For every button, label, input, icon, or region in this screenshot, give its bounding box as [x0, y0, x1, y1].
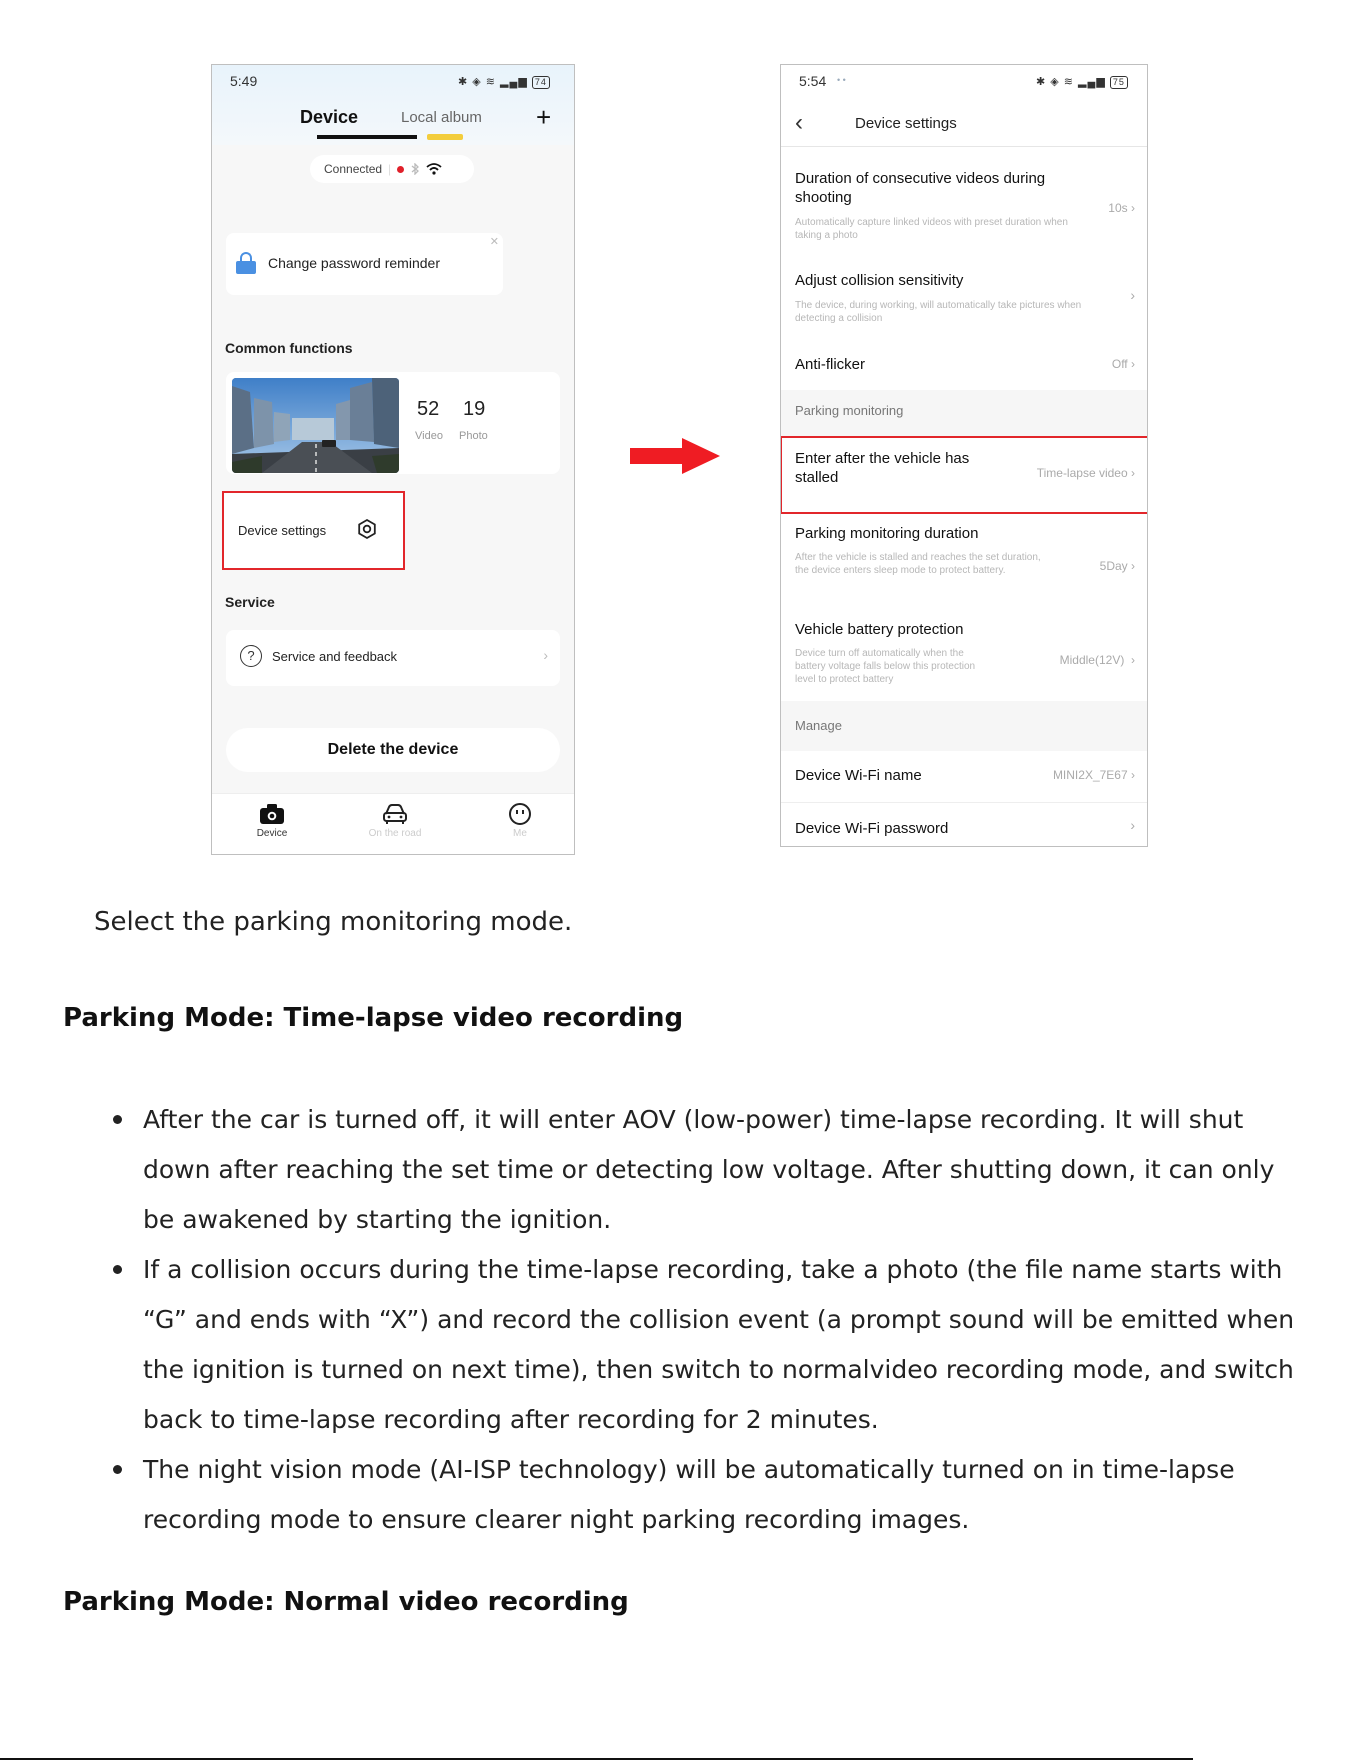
device-settings-button[interactable]: Device settings	[222, 491, 405, 570]
battery-icon: 74	[531, 76, 550, 89]
common-functions-title: Common functions	[225, 340, 353, 356]
section-parking-monitoring: Parking monitoring	[795, 403, 904, 418]
tab-local-album[interactable]: Local album	[401, 109, 482, 126]
connection-status: Connected	[324, 162, 383, 176]
settings-header-title: Device settings	[855, 115, 957, 132]
password-reminder-label: Change password reminder	[268, 255, 440, 271]
status-time: 5:49	[230, 73, 258, 89]
notification-dots-icon: • •	[837, 75, 846, 85]
city-street-image	[232, 378, 399, 473]
phone-screenshot-device-settings: 5:54 • • ✱ ◈ ≋ ▂▄▆ 75 ‹ Device settings …	[780, 64, 1148, 847]
video-label: Video	[415, 430, 443, 442]
setting-consecutive-videos[interactable]: Duration of consecutive videos during sh…	[795, 169, 1085, 242]
setting-battery-protection[interactable]: Vehicle battery protection Device turn o…	[795, 621, 1005, 686]
add-device-button[interactable]: +	[536, 104, 551, 130]
setting-value: Middle(12V) ›	[1059, 653, 1135, 667]
chevron-right-icon: ›	[1130, 287, 1135, 303]
setting-collision-sensitivity[interactable]: Adjust collision sensitivity The device,…	[795, 272, 1085, 325]
chevron-right-icon: ›	[543, 647, 548, 663]
section-heading-normal-video: Parking Mode: Normal video recording	[63, 1587, 629, 1617]
connection-status-pill: Connected |	[310, 155, 474, 183]
setting-wifi-password[interactable]: Device Wi-Fi password	[795, 820, 948, 837]
setting-title: Parking monitoring duration	[795, 525, 979, 542]
photo-count: 19	[463, 398, 486, 420]
service-feedback-label: Service and feedback	[272, 649, 398, 664]
password-reminder-card[interactable]: Change password reminder ✕	[226, 233, 503, 295]
settings-header: 5:54 • • ✱ ◈ ≋ ▂▄▆ 75 ‹ Device settings	[781, 65, 1147, 147]
close-icon[interactable]: ✕	[490, 235, 499, 248]
bullet-item: After the car is turned off, it will ent…	[100, 1095, 1300, 1245]
section-manage: Manage	[795, 718, 842, 733]
highlight-box	[781, 436, 1147, 514]
wifi-icon	[426, 163, 442, 175]
setting-value: Off ›	[1111, 357, 1135, 371]
device-badge-fragment	[427, 134, 463, 140]
bluetooth-icon	[411, 163, 420, 175]
row-divider	[781, 802, 1147, 803]
setting-value: 10s ›	[1108, 201, 1135, 215]
gear-icon	[358, 518, 376, 540]
setting-parking-duration[interactable]: Parking monitoring duration After the ve…	[795, 525, 1045, 577]
bullet-item: If a collision occurs during the time-la…	[100, 1245, 1300, 1445]
pill-divider: |	[388, 162, 392, 176]
status-icons: ✱ ◈ ≋ ▂▄▆ 74	[458, 75, 550, 89]
setting-wifi-name[interactable]: Device Wi-Fi name	[795, 767, 922, 784]
chevron-right-icon: ›	[1130, 817, 1135, 833]
device-name-fragment	[317, 135, 417, 139]
nav-me-label: Me	[513, 828, 527, 839]
device-name-clipped	[317, 134, 467, 140]
bullet-item: The night vision mode (AI-ISP technology…	[100, 1445, 1300, 1545]
setting-title: Duration of consecutive videos during sh…	[795, 170, 1046, 206]
setting-description: Automatically capture linked videos with…	[795, 217, 1068, 241]
bottom-navigation: Device On the road Me	[212, 793, 574, 854]
lock-icon	[236, 252, 256, 274]
setting-description: The device, during working, will automat…	[795, 300, 1082, 324]
nav-on-the-road[interactable]: On the road	[355, 800, 435, 839]
camera-preview-thumbnail[interactable]	[232, 378, 399, 473]
service-feedback-item[interactable]: ? Service and feedback ›	[226, 630, 560, 686]
setting-value: MINI2X_7E67 ›	[1052, 768, 1135, 782]
bottom-rule	[0, 1758, 1193, 1760]
figure-caption: Select the parking monitoring mode.	[94, 907, 573, 937]
battery-icon: 75	[1109, 76, 1128, 89]
nav-device-label: Device	[256, 828, 288, 839]
time-lapse-bullet-list: After the car is turned off, it will ent…	[100, 1095, 1300, 1545]
nav-device[interactable]: Device	[232, 800, 312, 839]
phone-screenshot-device: 5:49 ✱ ◈ ≋ ▂▄▆ 74 Device Local album + C…	[211, 64, 575, 855]
help-icon: ?	[240, 645, 262, 667]
nav-on-the-road-label: On the road	[368, 828, 422, 839]
setting-description: Device turn off automatically when the b…	[795, 648, 976, 685]
setting-title: Vehicle battery protection	[795, 621, 964, 638]
car-icon	[383, 804, 407, 824]
signal-icons: ✱ ◈ ≋ ▂▄▆	[458, 76, 528, 88]
tab-device[interactable]: Device	[300, 107, 358, 128]
recording-dot-icon	[397, 165, 405, 173]
service-title: Service	[225, 594, 275, 610]
device-settings-label: Device settings	[238, 523, 327, 538]
setting-description: After the vehicle is stalled and reaches…	[795, 552, 1041, 576]
back-chevron-icon[interactable]: ‹	[795, 111, 803, 135]
nav-me[interactable]: Me	[480, 800, 560, 839]
delete-device-button[interactable]: Delete the device	[226, 728, 560, 772]
camera-icon	[260, 804, 284, 824]
setting-value: 5Day ›	[1099, 559, 1135, 573]
setting-anti-flicker[interactable]: Anti-flicker	[795, 356, 865, 373]
status-icons: ✱ ◈ ≋ ▂▄▆ 75	[1036, 75, 1128, 89]
signal-icons: ✱ ◈ ≋ ▂▄▆	[1036, 76, 1106, 88]
video-count: 52	[417, 398, 440, 420]
face-icon	[509, 803, 531, 825]
setting-title: Adjust collision sensitivity	[795, 272, 964, 289]
status-time: 5:54	[799, 73, 827, 89]
photo-label: Photo	[459, 430, 488, 442]
common-functions-card[interactable]: 52 19 Video Photo	[226, 372, 560, 474]
section-heading-time-lapse: Parking Mode: Time-lapse video recording	[63, 1003, 684, 1033]
arrow-right-icon	[630, 438, 720, 474]
